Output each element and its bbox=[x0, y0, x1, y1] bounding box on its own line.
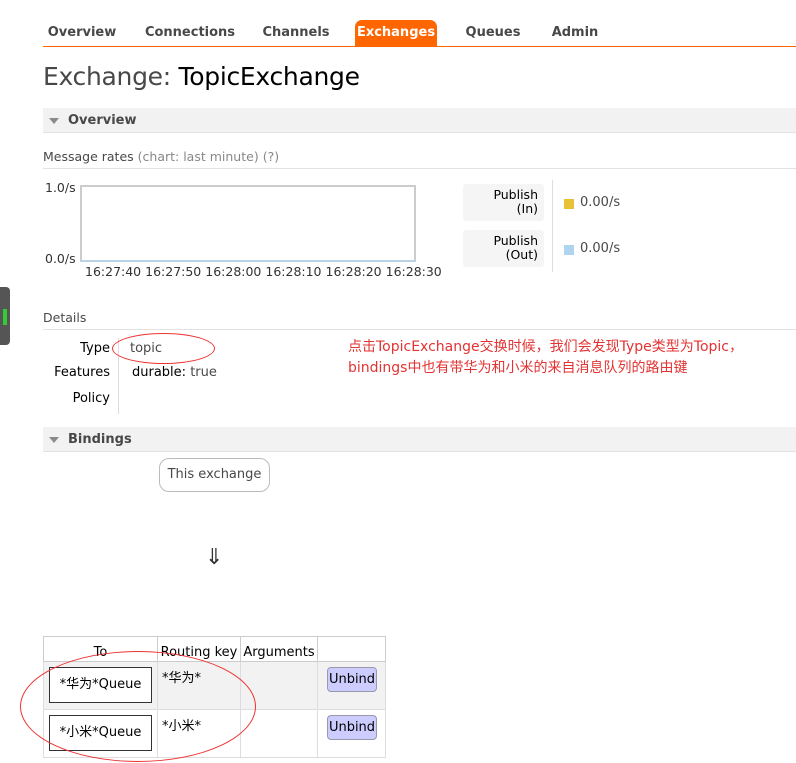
main-nav: Overview Connections Channels Exchanges … bbox=[43, 18, 796, 47]
annotation-circle-bindings bbox=[20, 651, 256, 762]
unbind-button[interactable]: Unbind bbox=[327, 667, 377, 692]
collapse-triangle-icon bbox=[49, 118, 59, 124]
chart-x-tick: 16:27:40 bbox=[85, 264, 142, 279]
this-exchange-node: This exchange bbox=[159, 458, 270, 492]
legend-label-line: Publish bbox=[493, 233, 538, 248]
chart-y-bottom-label: 0.0/s bbox=[45, 251, 76, 266]
overview-section-label: Overview bbox=[68, 113, 137, 128]
col-header-actions bbox=[317, 636, 386, 662]
nav-tab-overview[interactable]: Overview bbox=[43, 20, 121, 46]
chart-x-axis-labels: 16:27:40 16:27:50 16:28:00 16:28:10 16:2… bbox=[85, 264, 442, 279]
nav-tab-connections[interactable]: Connections bbox=[141, 20, 239, 46]
col-header-arguments: Arguments bbox=[240, 636, 318, 662]
chart-range-link[interactable]: (chart: last minute) bbox=[138, 149, 259, 164]
page-title: Exchange: TopicExchange bbox=[43, 62, 360, 91]
down-double-arrow-icon: ⇓ bbox=[205, 545, 224, 570]
chart-x-tick: 16:28:20 bbox=[325, 264, 382, 279]
feature-value: true bbox=[190, 365, 217, 380]
legend-label-line: (Out) bbox=[505, 247, 538, 262]
page-title-prefix: Exchange: bbox=[43, 62, 179, 91]
exchange-name: TopicExchange bbox=[178, 62, 360, 91]
message-rates-header: Message rates (chart: last minute) (?) bbox=[43, 149, 796, 169]
legend-divider bbox=[552, 180, 553, 272]
unbind-button[interactable]: Unbind bbox=[327, 715, 377, 740]
legend-value-publish-out: 0.00/s bbox=[580, 241, 621, 256]
nav-tab-channels[interactable]: Channels bbox=[256, 20, 336, 46]
features-value: durable: true bbox=[132, 365, 217, 380]
cell-actions: Unbind bbox=[317, 661, 386, 710]
nav-tab-exchanges[interactable]: Exchanges bbox=[355, 20, 437, 46]
message-rates-label: Message rates bbox=[43, 149, 134, 164]
collapse-triangle-icon bbox=[49, 437, 59, 443]
nav-tab-admin[interactable]: Admin bbox=[545, 20, 605, 46]
legend-publish-out-label: Publish (Out) bbox=[463, 230, 544, 267]
legend-label-line: (In) bbox=[516, 201, 538, 216]
nav-tab-queues[interactable]: Queues bbox=[457, 20, 529, 46]
chart-y-top-label: 1.0/s bbox=[45, 180, 76, 195]
type-key: Type bbox=[80, 341, 110, 356]
legend-swatch-publish-out[interactable] bbox=[564, 245, 574, 255]
chart-x-tick: 16:28:30 bbox=[385, 264, 442, 279]
chart-x-tick: 16:28:00 bbox=[205, 264, 262, 279]
message-rates-chart bbox=[80, 185, 416, 262]
side-widget-tab[interactable] bbox=[0, 287, 10, 345]
bindings-section-label: Bindings bbox=[68, 432, 132, 447]
features-key: Features bbox=[54, 365, 110, 380]
details-label: Details bbox=[43, 310, 87, 325]
annotation-circle-type bbox=[112, 333, 215, 364]
cell-actions: Unbind bbox=[317, 709, 386, 758]
feature-name: durable: bbox=[132, 365, 187, 380]
help-link[interactable]: (?) bbox=[263, 149, 279, 164]
chart-x-tick: 16:28:10 bbox=[265, 264, 322, 279]
legend-publish-in-label: Publish (In) bbox=[463, 184, 544, 221]
annotation-note: 点击TopicExchange交换时候，我们会发现Type类型为Topic，bi… bbox=[348, 339, 743, 376]
bindings-section-toggle[interactable]: Bindings bbox=[43, 427, 796, 452]
side-widget-bar bbox=[3, 309, 7, 325]
legend-label-line: Publish bbox=[493, 187, 538, 202]
chart-x-tick: 16:27:50 bbox=[145, 264, 202, 279]
details-header: Details bbox=[43, 310, 796, 330]
policy-key: Policy bbox=[72, 391, 110, 406]
overview-section-toggle[interactable]: Overview bbox=[43, 108, 796, 133]
legend-value-publish-in: 0.00/s bbox=[580, 195, 621, 210]
legend-swatch-publish-in[interactable] bbox=[564, 199, 574, 209]
